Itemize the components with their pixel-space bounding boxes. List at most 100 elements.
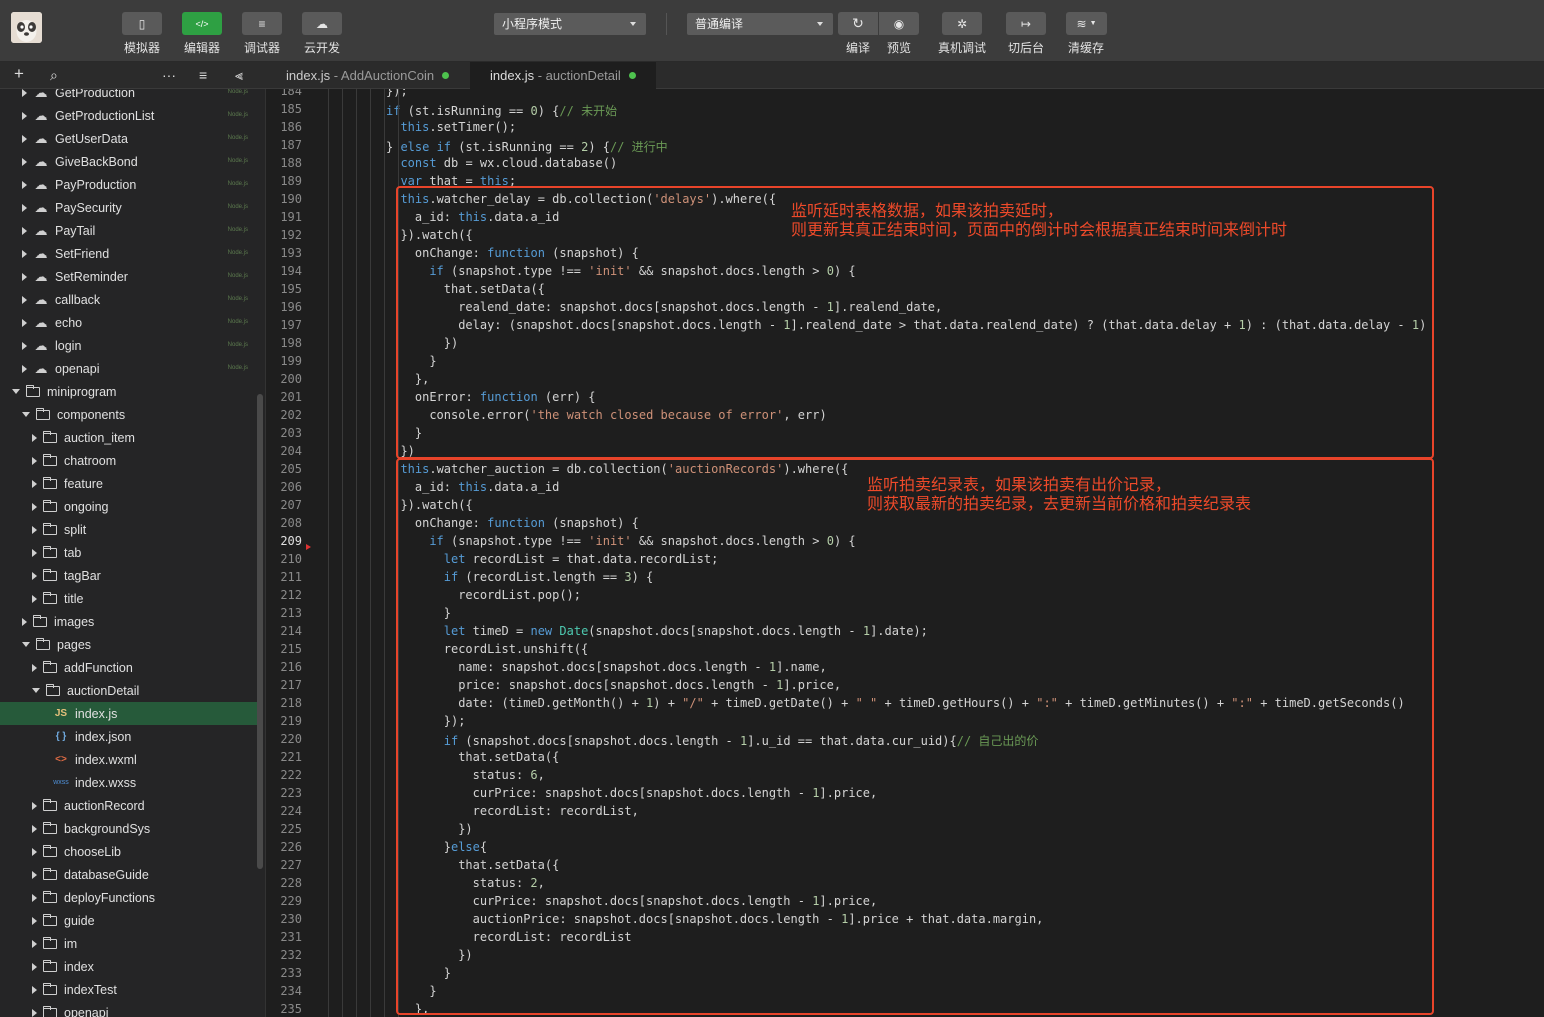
- preview-button[interactable]: ◉: [879, 12, 919, 35]
- tree-item-login[interactable]: ☁ login Node.js: [0, 334, 258, 357]
- code-editor[interactable]: 184 185 186 187 188 189 190 191 192 193 194 195 196 1…: [266, 89, 1544, 1017]
- editor-button[interactable]: </>: [182, 12, 222, 35]
- chevron-right-icon[interactable]: [32, 433, 37, 442]
- tree-item-paytail[interactable]: ☁ PayTail Node.js: [0, 219, 258, 242]
- mode-select[interactable]: 小程序模式: [494, 13, 646, 35]
- tree-item-title[interactable]: title: [0, 587, 258, 610]
- tree-item-auction-item[interactable]: auction_item: [0, 426, 258, 449]
- collapse-panel-icon[interactable]: ⫷: [235, 67, 243, 84]
- tree-item-getproductionlist[interactable]: ☁ GetProductionList Node.js: [0, 104, 258, 127]
- avatar[interactable]: [11, 12, 42, 43]
- chevron-right-icon[interactable]: [22, 226, 27, 235]
- chevron-right-icon[interactable]: [32, 479, 37, 488]
- tree-item-auctionrecord[interactable]: auctionRecord: [0, 794, 258, 817]
- chevron-right-icon[interactable]: [32, 893, 37, 902]
- tree-item-addfunction[interactable]: addFunction: [0, 656, 258, 679]
- chevron-down-icon[interactable]: [12, 389, 20, 394]
- chevron-right-icon[interactable]: [32, 1008, 37, 1017]
- chevron-right-icon[interactable]: [32, 824, 37, 833]
- cloud-dev-button[interactable]: ☁: [302, 12, 342, 35]
- search-icon[interactable]: ⌕: [50, 67, 58, 84]
- code-line[interactable]: if (st.isRunning == 0) {// 未开始: [386, 102, 617, 120]
- tree-item-openapi[interactable]: ☁ openapi Node.js: [0, 357, 258, 380]
- tree-item-deployfunctions[interactable]: deployFunctions: [0, 886, 258, 909]
- remote-debug-button[interactable]: ✲: [942, 12, 982, 35]
- chevron-right-icon[interactable]: [22, 272, 27, 281]
- chevron-right-icon[interactable]: [22, 203, 27, 212]
- tree-item-index-wxml[interactable]: <> index.wxml: [0, 748, 258, 771]
- tab-auctiondetail-index-js[interactable]: index.js - auctionDetail: [470, 62, 656, 89]
- chevron-right-icon[interactable]: [22, 617, 27, 626]
- tree-item-backgroundsys[interactable]: backgroundSys: [0, 817, 258, 840]
- tree-item-payproduction[interactable]: ☁ PayProduction Node.js: [0, 173, 258, 196]
- tree-item-getuserdata[interactable]: ☁ GetUserData Node.js: [0, 127, 258, 150]
- chevron-right-icon[interactable]: [22, 111, 27, 120]
- tree-item-miniprogram[interactable]: miniprogram: [0, 380, 258, 403]
- simulator-button[interactable]: ▯: [122, 12, 162, 35]
- switch-background-button[interactable]: ↦: [1006, 12, 1046, 35]
- tree-item-getproduction[interactable]: ☁ GetProduction Node.js: [0, 89, 258, 104]
- code-line[interactable]: const db = wx.cloud.database(): [400, 156, 617, 174]
- tree-item-feature[interactable]: feature: [0, 472, 258, 495]
- tree-item-chooselib[interactable]: chooseLib: [0, 840, 258, 863]
- tree-item-setfriend[interactable]: ☁ SetFriend Node.js: [0, 242, 258, 265]
- tree-item-guide[interactable]: guide: [0, 909, 258, 932]
- chevron-right-icon[interactable]: [32, 801, 37, 810]
- tree-item-index[interactable]: index: [0, 955, 258, 978]
- tree-item-tab[interactable]: tab: [0, 541, 258, 564]
- tree-item-images[interactable]: images: [0, 610, 258, 633]
- tree-item-auctiondetail[interactable]: auctionDetail: [0, 679, 258, 702]
- tree-item-givebackbond[interactable]: ☁ GiveBackBond Node.js: [0, 150, 258, 173]
- chevron-right-icon[interactable]: [22, 364, 27, 373]
- add-icon[interactable]: +: [14, 64, 24, 84]
- breakpoint-marker-icon[interactable]: [306, 544, 311, 550]
- chevron-right-icon[interactable]: [22, 295, 27, 304]
- compile-select[interactable]: 普通编译: [687, 13, 833, 35]
- chevron-right-icon[interactable]: [32, 548, 37, 557]
- tree-item-pages[interactable]: pages: [0, 633, 258, 656]
- chevron-right-icon[interactable]: [22, 89, 27, 97]
- chevron-right-icon[interactable]: [32, 525, 37, 534]
- chevron-down-icon[interactable]: [32, 688, 40, 693]
- chevron-right-icon[interactable]: [22, 249, 27, 258]
- chevron-right-icon[interactable]: [32, 456, 37, 465]
- chevron-right-icon[interactable]: [22, 318, 27, 327]
- chevron-right-icon[interactable]: [32, 594, 37, 603]
- tree-item-setreminder[interactable]: ☁ SetReminder Node.js: [0, 265, 258, 288]
- chevron-right-icon[interactable]: [32, 916, 37, 925]
- compile-button[interactable]: ↻: [838, 12, 878, 35]
- chevron-right-icon[interactable]: [32, 870, 37, 879]
- code-line[interactable]: } else if (st.isRunning == 2) {// 进行中: [386, 138, 668, 156]
- tree-item-databaseguide[interactable]: databaseGuide: [0, 863, 258, 886]
- chevron-right-icon[interactable]: [22, 157, 27, 166]
- more-icon[interactable]: ···: [162, 67, 176, 83]
- clear-cache-button[interactable]: ≋ ▼: [1066, 12, 1107, 35]
- chevron-down-icon[interactable]: [22, 642, 30, 647]
- tab-addauctioncoin-index-js[interactable]: index.js - AddAuctionCoin: [266, 62, 469, 89]
- chevron-right-icon[interactable]: [32, 571, 37, 580]
- tree-item-index-js[interactable]: JS index.js: [0, 702, 258, 725]
- code-line[interactable]: });: [386, 89, 408, 102]
- debugger-button[interactable]: ≡: [242, 12, 282, 35]
- tree-item-index-json[interactable]: { } index.json: [0, 725, 258, 748]
- chevron-right-icon[interactable]: [22, 341, 27, 350]
- tree-item-chatroom[interactable]: chatroom: [0, 449, 258, 472]
- chevron-right-icon[interactable]: [32, 985, 37, 994]
- tree-item-ongoing[interactable]: ongoing: [0, 495, 258, 518]
- tree-item-tagbar[interactable]: tagBar: [0, 564, 258, 587]
- explorer-scrollbar[interactable]: [257, 394, 263, 869]
- tree-item-callback[interactable]: ☁ callback Node.js: [0, 288, 258, 311]
- chevron-right-icon[interactable]: [22, 180, 27, 189]
- chevron-right-icon[interactable]: [32, 962, 37, 971]
- chevron-right-icon[interactable]: [32, 847, 37, 856]
- chevron-right-icon[interactable]: [32, 663, 37, 672]
- tree-item-paysecurity[interactable]: ☁ PaySecurity Node.js: [0, 196, 258, 219]
- tree-item-echo[interactable]: ☁ echo Node.js: [0, 311, 258, 334]
- tree-item-components[interactable]: components: [0, 403, 258, 426]
- outline-icon[interactable]: ≡: [199, 67, 207, 83]
- chevron-right-icon[interactable]: [32, 939, 37, 948]
- chevron-down-icon[interactable]: [22, 412, 30, 417]
- tree-item-split[interactable]: split: [0, 518, 258, 541]
- tree-item-indextest[interactable]: indexTest: [0, 978, 258, 1001]
- chevron-right-icon[interactable]: [32, 502, 37, 511]
